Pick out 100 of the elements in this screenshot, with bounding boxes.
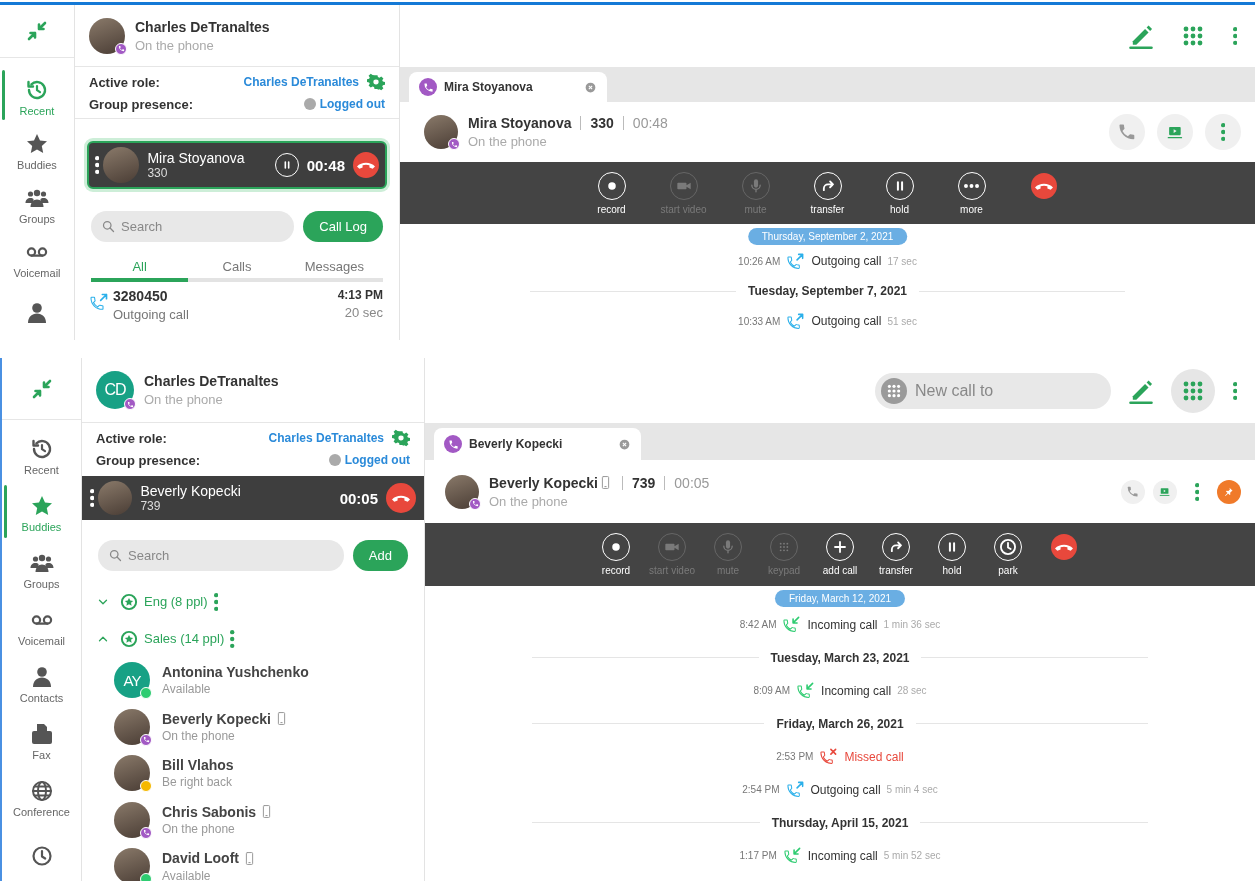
buddy-name[interactable]: Bill Vlahos <box>162 757 234 774</box>
active-call-card[interactable]: Mira Stoyanova 330 00:48 <box>87 141 387 189</box>
clock-icon <box>29 843 54 868</box>
presence-label: Group presence: <box>89 96 194 112</box>
user-status: On the phone <box>144 392 224 407</box>
add-button[interactable]: Add <box>352 540 408 571</box>
call-type: Incoming call <box>821 683 892 698</box>
outgoing-call-icon <box>786 251 806 271</box>
add-button[interactable]: add call <box>816 533 864 576</box>
date-heading: Tuesday, March 23, 2021 <box>770 650 910 665</box>
hang-up-icon <box>357 161 375 169</box>
call-type: Missed call <box>844 749 904 764</box>
buddy-name[interactable]: Beverly Kopecki <box>162 710 271 727</box>
phone-icon <box>419 78 437 96</box>
active-role-link[interactable]: Charles DeTranaltes <box>268 431 384 445</box>
phone-icon <box>444 435 462 453</box>
photo-placeholder <box>98 481 133 515</box>
avatar: CD <box>96 371 134 409</box>
nav-item[interactable]: Groups <box>0 178 74 232</box>
buddy-name[interactable]: David Looft <box>162 850 239 867</box>
more-button[interactable]: more <box>947 171 996 215</box>
search-field[interactable]: Search <box>91 211 295 242</box>
call-duration: 28 sec <box>897 685 927 696</box>
hold-button[interactable]: hold <box>928 533 976 576</box>
nav-item[interactable]: Voicemail <box>2 599 81 656</box>
buddy-name[interactable]: Antonina Yushchenko <box>162 664 309 681</box>
buddy-name[interactable]: Chris Sabonis <box>162 803 257 820</box>
active-role-link[interactable]: Charles DeTranaltes <box>243 75 359 89</box>
call-duration: 5 min 4 sec <box>886 784 938 795</box>
incoming-call-icon <box>782 615 802 634</box>
nav-item[interactable]: Buddies <box>2 485 81 542</box>
search-field[interactable]: Search <box>98 540 344 571</box>
call-timer: 00:05 <box>674 474 710 491</box>
buddy-status: Available <box>162 868 212 881</box>
settings-icon <box>367 73 385 91</box>
caller-name: Beverly Kopecki <box>140 483 242 499</box>
hang-up-button[interactable] <box>386 483 416 513</box>
nav-item[interactable]: Fax <box>2 713 81 770</box>
call-duration: 51 sec <box>887 315 917 327</box>
outgoing-call-icon <box>785 780 805 799</box>
active-call-card[interactable]: Beverly Kopecki 739 00:05 <box>82 476 424 520</box>
nav-item[interactable]: Voicemail <box>0 232 74 286</box>
group-presence-link[interactable]: Logged out <box>344 453 410 467</box>
nav-item[interactable]: Recent <box>0 70 74 124</box>
nav-item[interactable]: Groups <box>2 542 81 599</box>
phone-icon <box>1117 122 1137 142</box>
presence-label: Group presence: <box>96 452 201 468</box>
call-button[interactable] <box>1109 114 1145 150</box>
transfer-button[interactable]: transfer <box>872 533 920 576</box>
new-call-field[interactable]: New call to <box>875 372 1111 409</box>
screen-share-button[interactable] <box>1157 114 1193 150</box>
star-circle-icon <box>120 629 138 648</box>
call-timer: 00:48 <box>306 156 345 174</box>
more-button[interactable] <box>1205 114 1241 150</box>
photo-placeholder <box>89 17 125 54</box>
role-label: Active role: <box>89 74 160 90</box>
filter-tab[interactable]: Calls <box>188 254 286 282</box>
phone-icon <box>1126 484 1140 499</box>
dialpad-icon <box>1181 24 1205 48</box>
contact-status: On the phone <box>468 134 548 149</box>
photo-placeholder <box>114 848 150 881</box>
hold-button[interactable]: hold <box>875 171 924 215</box>
hang-up-icon <box>1034 181 1053 190</box>
pin-button[interactable] <box>1217 479 1241 504</box>
nav-item[interactable]: Recent <box>2 428 81 485</box>
filter-tab[interactable]: Messages <box>285 254 383 282</box>
presence-badge <box>448 138 460 150</box>
call-type: Outgoing call <box>113 307 190 322</box>
presence-badge <box>140 780 152 793</box>
nav-item[interactable]: Conference <box>2 770 81 827</box>
record-button[interactable]: record <box>587 171 636 215</box>
nav-item[interactable]: Contacts <box>2 656 81 713</box>
contact-name: Beverly Kopecki <box>489 474 598 491</box>
call-button[interactable] <box>1121 479 1145 504</box>
history-icon <box>29 437 54 461</box>
record-button[interactable]: record <box>592 533 640 576</box>
park-button[interactable]: park <box>984 533 1032 576</box>
conversation-tab[interactable]: Mira Stoyanova <box>409 72 607 102</box>
group-name[interactable]: Sales (14 ppl) <box>144 631 225 646</box>
conversation-tab[interactable]: Beverly Kopecki <box>434 428 641 460</box>
buddy-status: On the phone <box>162 822 236 837</box>
nav-item[interactable]: Buddies <box>0 124 74 178</box>
dialpad-button[interactable] <box>1171 368 1215 413</box>
hang-up-button[interactable] <box>353 152 379 178</box>
group-presence-link[interactable]: Logged out <box>319 97 385 111</box>
call-type: Outgoing call <box>811 254 882 268</box>
call-time: 4:13 PM <box>337 288 383 302</box>
call-duration: 5 min 52 sec <box>883 850 941 861</box>
call-time: 8:09 AM <box>753 685 791 696</box>
call-log-button[interactable]: Call Log <box>303 211 383 242</box>
buddy-status: On the phone <box>162 729 236 744</box>
buddy-status: Available <box>162 682 212 697</box>
call-duration: 1 min 36 sec <box>883 619 941 630</box>
incoming-call-icon <box>782 846 802 865</box>
kebab-icon <box>95 156 100 174</box>
transfer-button[interactable]: transfer <box>803 171 852 215</box>
screen-share-button[interactable] <box>1153 479 1177 504</box>
filter-tab[interactable]: All <box>91 254 189 282</box>
call-duration: 17 sec <box>887 255 917 267</box>
group-name[interactable]: Eng (8 ppl) <box>144 594 208 609</box>
